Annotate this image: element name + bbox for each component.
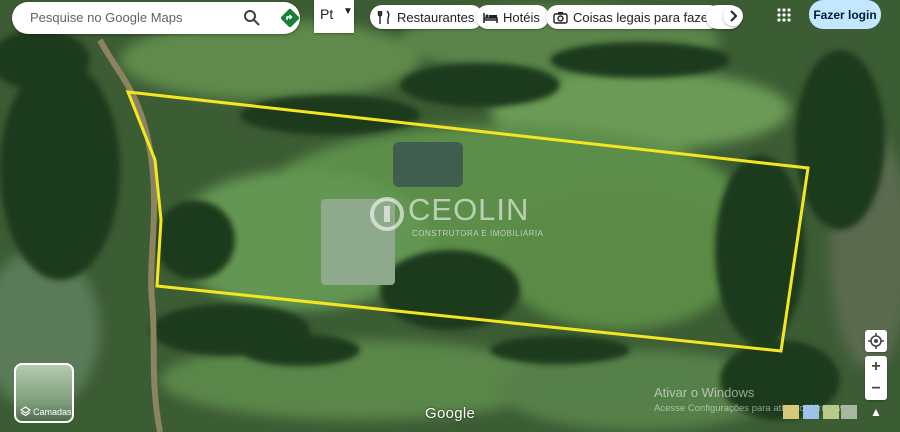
layers-label: Camadas <box>33 406 72 417</box>
chevron-right-icon <box>730 10 738 22</box>
chevron-down-icon[interactable]: ▼ <box>343 6 353 17</box>
chip-restaurants[interactable]: Restaurantes <box>370 5 484 29</box>
my-location-icon <box>868 333 884 349</box>
chip-things-to-do[interactable]: Coisas legais para fazer <box>546 5 722 29</box>
camera-icon <box>553 11 568 24</box>
chip-label: Hotéis <box>503 9 540 25</box>
zoom-control: + − <box>865 356 887 400</box>
zoom-out-button[interactable]: − <box>865 378 887 400</box>
chip-label: Coisas legais para fazer <box>573 9 713 25</box>
login-button[interactable]: Fazer login <box>809 0 881 29</box>
layers-button[interactable]: Camadas <box>14 363 74 423</box>
fork-knife-icon <box>377 10 390 24</box>
layers-icon <box>20 406 31 417</box>
search-input[interactable]: Pesquise no Google Maps <box>30 10 182 25</box>
search-icon[interactable] <box>243 9 261 27</box>
language-toggle[interactable]: Pt ▼ <box>314 0 354 33</box>
search-box[interactable]: Pesquise no Google Maps <box>12 2 300 34</box>
ceolin-logo-icon <box>370 197 404 231</box>
my-location-button[interactable] <box>865 330 887 352</box>
directions-icon[interactable] <box>280 8 300 28</box>
chips-next-button[interactable] <box>723 6 743 26</box>
chip-label: Restaurantes <box>397 9 475 25</box>
ceolin-brand-subtitle: CONSTRUTORA E IMOBILIÁRIA <box>412 229 544 238</box>
chevron-up-icon[interactable]: ▲ <box>866 402 886 422</box>
zoom-in-button[interactable]: + <box>865 356 887 378</box>
apps-grid-icon[interactable] <box>776 7 792 23</box>
map-thumbnails[interactable] <box>783 405 857 419</box>
google-logo: Google <box>425 405 476 422</box>
bed-icon <box>483 12 498 23</box>
windows-activation-title: Ativar o Windows <box>654 385 755 400</box>
chip-hotels[interactable]: Hotéis <box>476 5 549 29</box>
language-label: Pt <box>320 6 334 22</box>
ceolin-brand-name: CEOLIN <box>408 192 530 227</box>
